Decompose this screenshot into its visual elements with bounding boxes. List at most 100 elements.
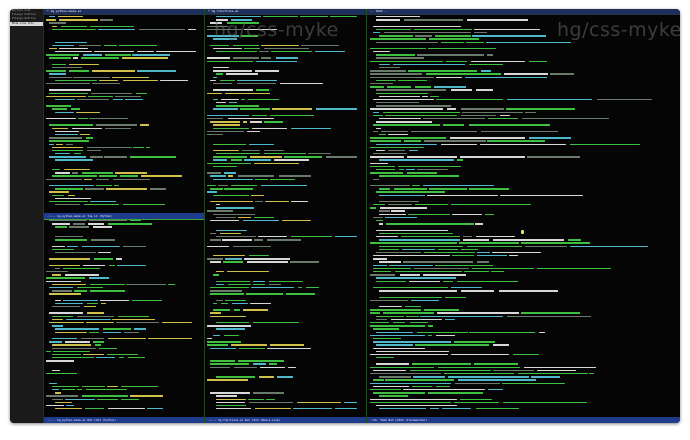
sidebar-item[interactable]: Filesys Outline — [10, 17, 43, 21]
code-token — [114, 184, 119, 187]
code-token — [458, 242, 519, 244]
code-token — [72, 127, 103, 129]
code-token — [486, 54, 493, 56]
code-token — [376, 404, 457, 407]
code-token — [89, 25, 135, 27]
code-token — [216, 401, 246, 404]
code-token — [270, 114, 314, 117]
code-token — [84, 178, 92, 180]
code-token — [454, 382, 500, 384]
code-token — [442, 280, 453, 282]
code-token — [252, 114, 267, 117]
code-token — [301, 44, 340, 47]
code-token — [52, 25, 57, 27]
code-token — [53, 350, 91, 353]
code-token — [231, 159, 242, 161]
editor-pane-middle[interactable]: * hg-functions.el hg/css-myke -:--- hg-f… — [205, 9, 367, 423]
code-token — [264, 153, 306, 155]
code-token — [315, 51, 345, 53]
code-token — [444, 373, 515, 375]
code-token — [406, 172, 437, 174]
code-token — [385, 223, 474, 225]
code-token — [55, 299, 61, 302]
code-token — [426, 194, 498, 196]
code-token — [216, 216, 236, 219]
code-token — [49, 220, 87, 222]
code-token — [76, 286, 103, 289]
code-token — [521, 312, 581, 314]
modeline-left-bottom: -:--- hg-python-mode.el Bot L321 (Python… — [44, 417, 204, 423]
code-token — [423, 184, 494, 187]
code-token — [123, 245, 147, 247]
code-token — [437, 312, 520, 314]
code-token — [373, 216, 384, 219]
code-token — [370, 162, 388, 165]
code-token — [81, 337, 105, 340]
code-token — [379, 133, 386, 136]
code-token — [344, 401, 357, 404]
code-area-right[interactable] — [370, 15, 680, 416]
code-token — [52, 63, 67, 66]
code-area-middle[interactable] — [207, 15, 366, 416]
code-token — [75, 111, 100, 114]
code-token — [265, 398, 276, 400]
code-token — [228, 283, 252, 286]
code-token — [213, 47, 242, 50]
code-token — [130, 156, 176, 158]
editor-pane-left[interactable]: * hg-python-mode.el -:--- hg-python-mode… — [44, 9, 205, 423]
code-token — [370, 38, 427, 40]
code-token — [469, 63, 503, 66]
code-token — [85, 322, 114, 324]
code-token — [330, 16, 357, 18]
code-token — [398, 165, 461, 168]
code-token — [83, 353, 105, 356]
code-token — [392, 63, 466, 66]
code-token — [210, 366, 231, 369]
code-token — [260, 57, 272, 59]
code-token — [380, 207, 427, 209]
code-token — [243, 121, 248, 123]
code-token — [278, 175, 312, 177]
code-token — [55, 111, 74, 114]
code-token — [441, 41, 465, 43]
code-token — [83, 204, 120, 206]
code-token — [216, 376, 256, 378]
code-token — [315, 108, 357, 110]
code-token — [370, 309, 421, 311]
code-token — [52, 44, 75, 47]
code-token — [406, 169, 416, 171]
code-token — [379, 67, 400, 69]
code-token — [457, 280, 518, 282]
code-token — [261, 44, 300, 47]
code-token — [379, 223, 384, 225]
code-token — [376, 57, 424, 59]
code-token — [46, 19, 56, 21]
code-token — [402, 248, 436, 251]
code-token — [507, 315, 591, 318]
code-token — [463, 239, 489, 241]
code-token — [49, 200, 88, 203]
code-token — [403, 388, 486, 391]
code-token — [66, 245, 79, 247]
editor-pane-right[interactable]: -- TAGS -- hg/css-myke -:%%- TAGS Bot L1… — [367, 9, 680, 423]
code-token — [213, 70, 253, 72]
code-token — [296, 401, 342, 404]
code-token — [52, 369, 61, 372]
code-token — [60, 25, 87, 27]
sidebar-item[interactable]: Mode-Line Info — [10, 22, 43, 26]
code-token — [210, 290, 242, 292]
code-token — [435, 334, 456, 337]
code-token — [52, 357, 95, 359]
code-token — [252, 283, 266, 286]
code-token — [131, 299, 162, 302]
code-token — [96, 184, 113, 187]
code-token — [492, 344, 509, 346]
code-token — [81, 172, 114, 174]
code-token — [207, 210, 234, 212]
code-token — [569, 143, 640, 145]
code-token — [268, 283, 281, 286]
code-token — [216, 271, 225, 273]
code-token — [255, 200, 264, 203]
code-token — [460, 108, 505, 110]
code-token — [492, 251, 541, 254]
